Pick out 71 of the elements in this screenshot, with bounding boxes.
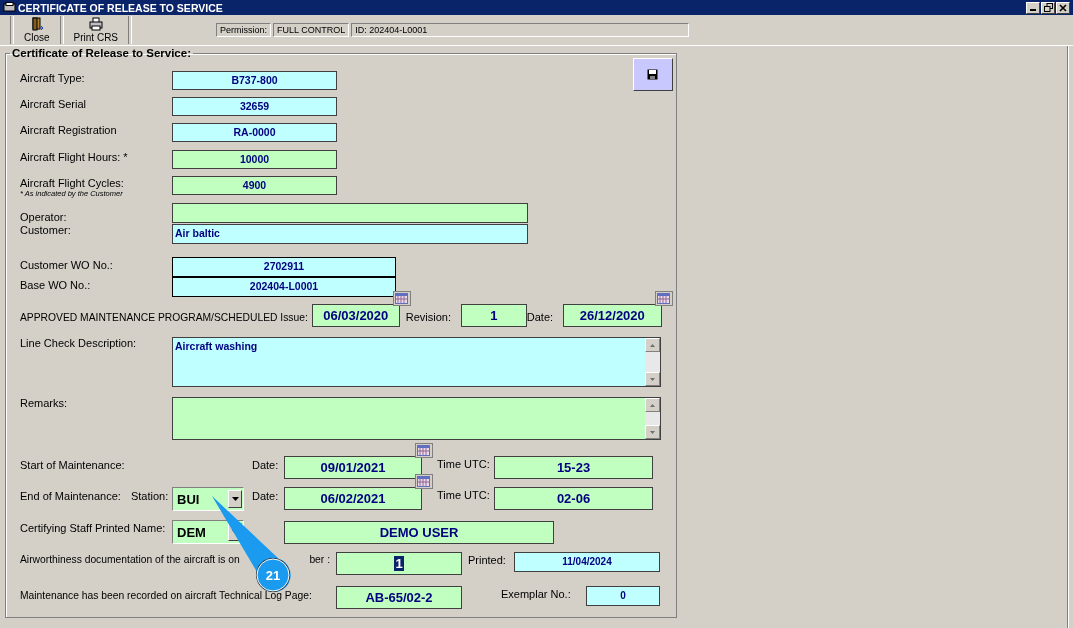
field-label: Remarks: bbox=[20, 397, 69, 409]
field-label: Revision: bbox=[405, 310, 453, 323]
station-dropdown[interactable]: BUI bbox=[172, 487, 244, 511]
section-title: Certificate of Release to Service: bbox=[11, 47, 192, 59]
minimize-button[interactable] bbox=[1026, 1, 1040, 14]
print-button[interactable]: Print CRS bbox=[67, 16, 125, 44]
field-label: Customer: bbox=[20, 224, 72, 236]
field-label: Aircraft Flight Cycles: bbox=[20, 177, 125, 189]
printer-icon bbox=[88, 17, 103, 31]
permission-value: FULL CONTROL bbox=[273, 23, 350, 37]
date-field[interactable]: 26/12/2020 bbox=[562, 304, 662, 327]
field-label: Customer WO No.: bbox=[20, 259, 114, 271]
input-field[interactable]: 1 bbox=[460, 304, 527, 327]
close-button[interactable]: Close bbox=[18, 16, 56, 44]
field-label: Date: bbox=[252, 489, 280, 502]
field-label: Aircraft Type: bbox=[20, 72, 86, 84]
field-label: Certifying Staff Printed Name: bbox=[20, 522, 167, 534]
record-id: ID: 202404-L0001 bbox=[351, 23, 690, 37]
field-label: Base WO No.: bbox=[20, 279, 92, 291]
close-icon bbox=[1059, 3, 1067, 12]
input-field[interactable] bbox=[172, 203, 528, 223]
close-button[interactable] bbox=[1056, 1, 1070, 14]
app-icon bbox=[3, 2, 16, 13]
input-field[interactable]: AB-65/02-2 bbox=[336, 586, 462, 609]
field-label: Maintenance has been recorded on aircraft Technical Log Page: bbox=[20, 590, 312, 601]
minimize-icon bbox=[1030, 9, 1036, 11]
input-field[interactable]: B737-800 bbox=[172, 71, 337, 90]
field-label: Aircraft Flight Hours: * bbox=[20, 151, 129, 163]
calendar-icon[interactable] bbox=[415, 443, 433, 458]
field-label: Airworthiness documentation of the aircraft is on bbox=[20, 554, 240, 565]
input-field[interactable]: DEMO USER bbox=[284, 521, 554, 544]
calendar-icon[interactable] bbox=[654, 291, 673, 306]
input-field[interactable]: Air baltic bbox=[172, 224, 528, 244]
field-label: Aircraft Serial bbox=[20, 98, 88, 110]
window-title: CERTIFICATE OF RELEASE TO SERVICE bbox=[18, 1, 223, 14]
date-field[interactable]: 09/01/2021 bbox=[284, 456, 422, 479]
field-label: Start of Maintenance: bbox=[20, 459, 125, 471]
field-label: Date: bbox=[526, 310, 555, 323]
calendar-icon[interactable] bbox=[415, 474, 433, 489]
restore-button[interactable] bbox=[1041, 1, 1055, 14]
door-icon bbox=[29, 17, 44, 31]
restore-icon bbox=[1043, 3, 1053, 12]
caret-icon bbox=[231, 497, 239, 501]
input-field[interactable]: 32659 bbox=[172, 97, 337, 116]
field-label: ber : bbox=[309, 554, 330, 565]
field-label: Time UTC: bbox=[437, 488, 491, 501]
date-field[interactable]: 11/04/2024 bbox=[514, 552, 660, 572]
field-label: Station: bbox=[130, 490, 169, 502]
input-field[interactable]: 202404-L0001 bbox=[172, 277, 396, 297]
input-field[interactable]: 0 bbox=[586, 586, 660, 606]
input-field[interactable]: 2702911 bbox=[172, 257, 396, 277]
field-label: Time UTC: bbox=[437, 457, 491, 470]
field-label: Line Check Description: bbox=[20, 337, 138, 349]
field-label: Date: bbox=[252, 458, 280, 471]
input-field[interactable]: RA-0000 bbox=[172, 123, 337, 142]
field-label: APPROVED MAINTENANCE PROGRAM/SCHEDULED Issue: bbox=[20, 311, 308, 323]
permission-label: Permission: bbox=[216, 23, 272, 37]
field-label: Aircraft Registration bbox=[20, 124, 118, 136]
field-label: Printed: bbox=[468, 553, 507, 566]
date-field[interactable]: 06/03/2020 bbox=[311, 304, 400, 327]
date-field[interactable]: 06/02/2021 bbox=[284, 487, 422, 510]
input-field[interactable]: 10000 bbox=[172, 150, 337, 169]
input-field[interactable]: 1 bbox=[336, 552, 462, 575]
field-label: End of Maintenance: bbox=[20, 490, 121, 502]
calendar-icon[interactable] bbox=[392, 291, 411, 306]
save-button[interactable] bbox=[632, 58, 673, 91]
input-field[interactable]: 4900 bbox=[172, 176, 337, 195]
time-field[interactable]: 15-23 bbox=[494, 456, 653, 479]
field-label: Exemplar No.: bbox=[501, 587, 572, 600]
time-field[interactable]: 02-06 bbox=[494, 487, 653, 510]
field-label: Operator: bbox=[20, 211, 68, 223]
